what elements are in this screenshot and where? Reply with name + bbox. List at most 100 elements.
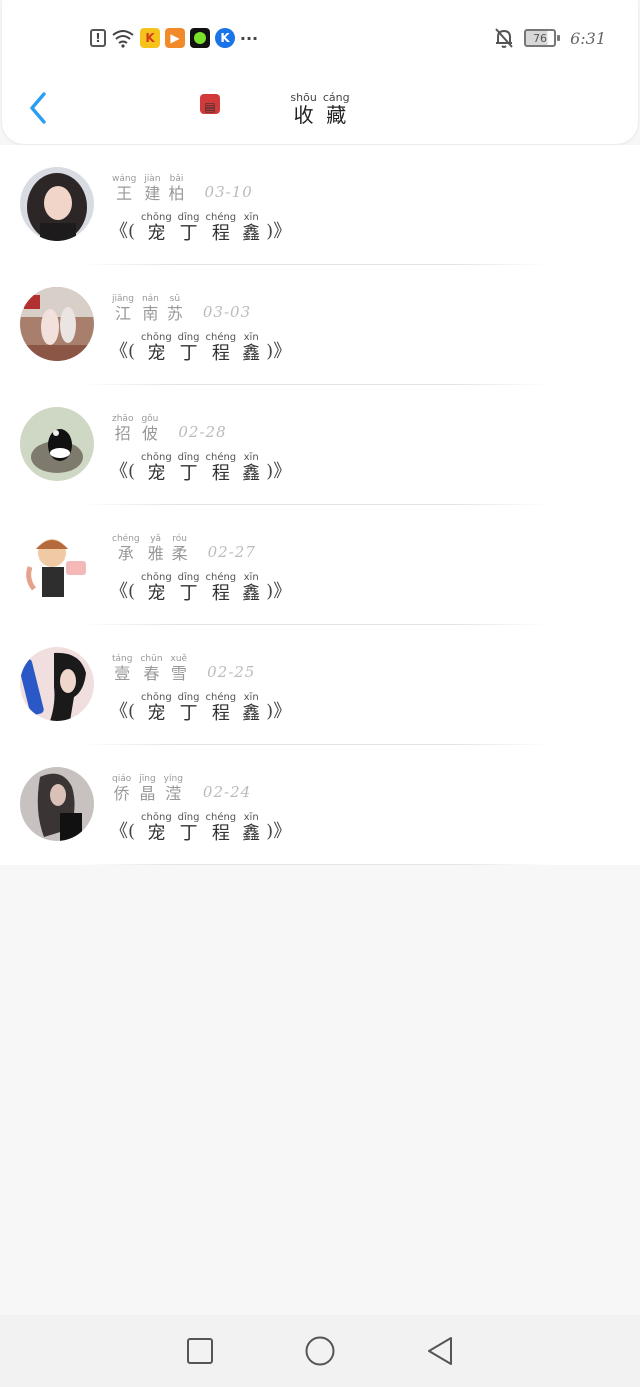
name-char: yíng 滢 bbox=[164, 775, 183, 802]
pinyin: yǎ bbox=[150, 534, 162, 544]
hanzi: 王 bbox=[116, 184, 133, 203]
pinyin: sū bbox=[169, 294, 181, 304]
favorite-date: 02-27 bbox=[207, 543, 256, 561]
book-char: dīng 丁 bbox=[178, 693, 200, 723]
avatar[interactable] bbox=[20, 407, 94, 481]
user-name: jiāng 江 nán 南 sū 苏 bbox=[112, 295, 183, 322]
avatar[interactable] bbox=[20, 647, 94, 721]
pinyin: dīng bbox=[177, 452, 200, 463]
book-char: dīng 丁 bbox=[178, 333, 200, 363]
user-name: wáng 王 jiàn 建 bǎi 柏 bbox=[112, 175, 185, 202]
hanzi: 程 bbox=[211, 343, 230, 364]
book-char: xīn 鑫 bbox=[242, 213, 260, 243]
hanzi: 丁 bbox=[179, 583, 198, 604]
name-char: jiāng 江 bbox=[112, 295, 134, 322]
green-dot-app-icon bbox=[190, 28, 210, 48]
avatar[interactable] bbox=[20, 767, 94, 841]
favorite-row[interactable]: wáng 王 jiàn 建 bǎi 柏 03-10 《(chōng 宠 dīng 丁 chéng 程 xī… bbox=[0, 145, 640, 265]
system-back-button[interactable] bbox=[420, 1331, 460, 1371]
pinyin: yíng bbox=[163, 774, 183, 784]
header-card: ! ▤ K ▶ K ··· 76 6:31 shōu 收 cáng 藏 bbox=[2, 0, 638, 144]
favorite-row[interactable]: táng 壹 chūn 春 xuě 雪 02-25 《(chōng 宠 dīng 丁 chéng 程 xī… bbox=[0, 625, 640, 745]
system-nav-bar bbox=[0, 1315, 640, 1387]
pinyin: chéng bbox=[205, 332, 237, 343]
pinyin: xīn bbox=[243, 452, 259, 463]
book-char: chōng 宠 bbox=[141, 813, 172, 843]
name-char: jīng 晶 bbox=[139, 775, 155, 802]
pinyin: chūn bbox=[140, 654, 163, 664]
book-char: chōng 宠 bbox=[141, 213, 172, 243]
avatar[interactable] bbox=[20, 527, 94, 601]
hanzi: 柔 bbox=[171, 544, 188, 563]
pinyin: nán bbox=[141, 294, 159, 304]
hanzi: 鑫 bbox=[242, 583, 261, 604]
book-title[interactable]: 《(chōng 宠 dīng 丁 chéng 程 xīn 鑫)》 bbox=[110, 573, 291, 603]
hanzi: 丁 bbox=[179, 343, 198, 364]
book-bracket-close: )》 bbox=[266, 581, 292, 602]
hanzi: 招 bbox=[114, 424, 131, 443]
pinyin: dīng bbox=[177, 692, 200, 703]
hanzi: 宠 bbox=[147, 703, 166, 724]
book-title[interactable]: 《(chōng 宠 dīng 丁 chéng 程 xīn 鑫)》 bbox=[110, 213, 291, 243]
status-bar-right: 76 6:31 bbox=[492, 26, 606, 50]
circle-icon bbox=[305, 1336, 335, 1366]
hanzi: 鑫 bbox=[242, 463, 261, 484]
hanzi: 柏 bbox=[168, 184, 185, 203]
book-title[interactable]: 《(chōng 宠 dīng 丁 chéng 程 xīn 鑫)》 bbox=[110, 333, 291, 363]
book-title[interactable]: 《(chōng 宠 dīng 丁 chéng 程 xīn 鑫)》 bbox=[110, 693, 291, 723]
name-char: róu 柔 bbox=[172, 535, 188, 562]
pinyin: dīng bbox=[177, 812, 200, 823]
book-title[interactable]: 《(chōng 宠 dīng 丁 chéng 程 xīn 鑫)》 bbox=[110, 453, 291, 483]
book-title[interactable]: 《(chōng 宠 dīng 丁 chéng 程 xīn 鑫)》 bbox=[110, 813, 291, 843]
hanzi: 丁 bbox=[179, 463, 198, 484]
hanzi: 丁 bbox=[179, 823, 198, 844]
hanzi: 雪 bbox=[170, 664, 187, 683]
hanzi: 程 bbox=[211, 703, 230, 724]
row-divider bbox=[80, 864, 550, 865]
pinyin: xīn bbox=[243, 692, 259, 703]
pinyin: dīng bbox=[177, 332, 200, 343]
recent-apps-button[interactable] bbox=[180, 1331, 220, 1371]
book-char: chōng 宠 bbox=[141, 453, 172, 483]
favorite-row[interactable]: zhāo 招 gǒu 佊 02-28 《(chōng 宠 dīng 丁 chéng 程 xīn 鑫)》 bbox=[0, 385, 640, 505]
hanzi: 雅 bbox=[147, 544, 164, 563]
favorite-meta: chéng 承 yǎ 雅 róu 柔 02-27 bbox=[112, 535, 256, 562]
battery-icon: 76 bbox=[524, 29, 561, 47]
favorite-meta: táng 壹 chūn 春 xuě 雪 02-25 bbox=[112, 655, 255, 682]
hanzi: 宠 bbox=[147, 223, 166, 244]
kugou-app-icon: K bbox=[215, 28, 235, 48]
hanzi: 春 bbox=[143, 664, 160, 683]
hanzi: 宠 bbox=[147, 343, 166, 364]
avatar[interactable] bbox=[20, 287, 94, 361]
favorite-date: 02-25 bbox=[207, 663, 256, 681]
book-bracket-close: )》 bbox=[266, 221, 292, 242]
name-char: bǎi 柏 bbox=[169, 175, 185, 202]
hanzi: 侨 bbox=[113, 784, 130, 803]
name-char: jiàn 建 bbox=[144, 175, 160, 202]
page-title: shōu 收 cáng 藏 bbox=[2, 92, 638, 125]
pinyin: jiāng bbox=[112, 294, 134, 304]
pinyin: chōng bbox=[141, 212, 172, 223]
book-char: chéng 程 bbox=[205, 813, 236, 843]
hanzi: 宠 bbox=[147, 583, 166, 604]
name-char: chéng 承 bbox=[112, 535, 140, 562]
favorite-meta: zhāo 招 gǒu 佊 02-28 bbox=[112, 415, 227, 442]
favorite-row[interactable]: chéng 承 yǎ 雅 róu 柔 02-27 《(chōng 宠 dīng 丁 chéng 程 xīn… bbox=[0, 505, 640, 625]
hanzi: 苏 bbox=[166, 304, 183, 323]
book-char: chéng 程 bbox=[205, 333, 236, 363]
avatar[interactable] bbox=[20, 167, 94, 241]
name-char: sū 苏 bbox=[167, 295, 183, 322]
favorite-row[interactable]: qiáo 侨 jīng 晶 yíng 滢 02-24 《(chōng 宠 dīng 丁 chéng 程 x… bbox=[0, 745, 640, 865]
book-char: xīn 鑫 bbox=[242, 693, 260, 723]
title-char: shōu 收 bbox=[290, 91, 317, 127]
wifi-icon bbox=[111, 28, 135, 48]
hanzi: 鑫 bbox=[242, 343, 261, 364]
favorite-meta: qiáo 侨 jīng 晶 yíng 滢 02-24 bbox=[112, 775, 251, 802]
hanzi: 程 bbox=[211, 823, 230, 844]
favorite-row[interactable]: jiāng 江 nán 南 sū 苏 03-03 《(chōng 宠 dīng 丁 chéng 程 xīn… bbox=[0, 265, 640, 385]
home-button[interactable] bbox=[300, 1331, 340, 1371]
hanzi: 鑫 bbox=[242, 223, 261, 244]
book-char: dīng 丁 bbox=[178, 573, 200, 603]
pinyin: chéng bbox=[205, 692, 237, 703]
user-name: zhāo 招 gǒu 佊 bbox=[112, 415, 158, 442]
